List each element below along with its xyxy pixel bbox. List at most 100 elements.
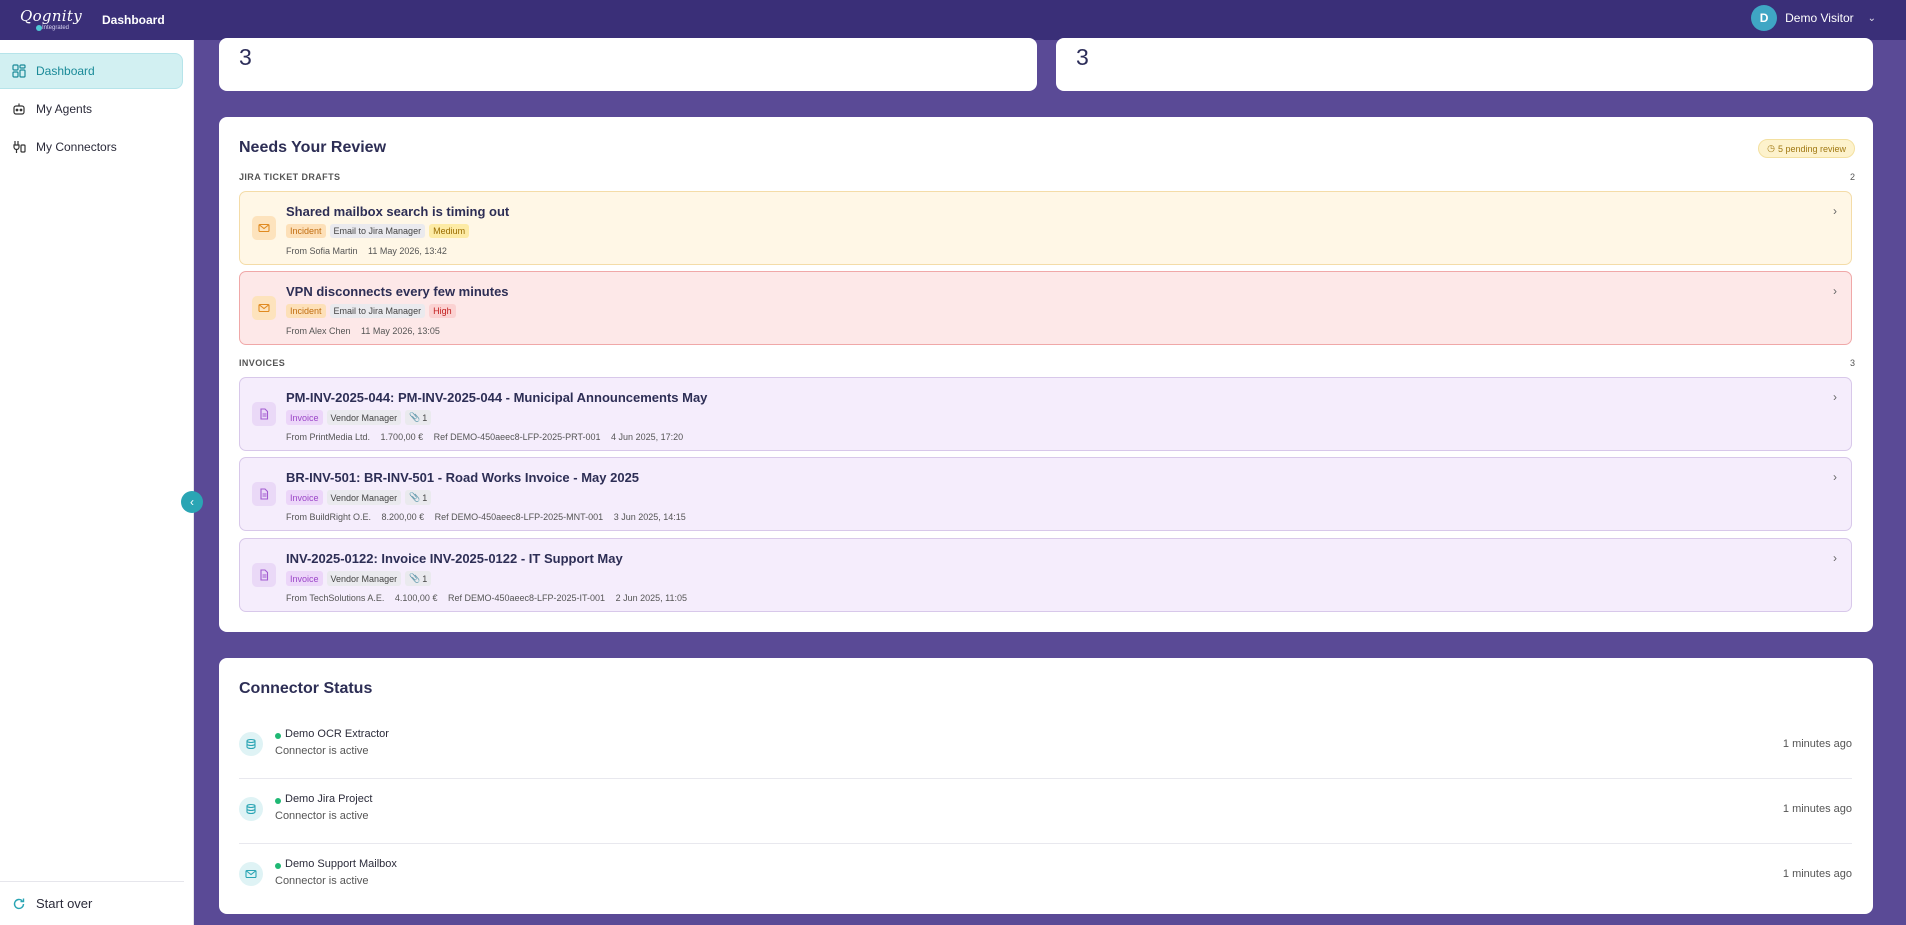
- item-date: 11 May 2026, 13:42: [368, 246, 447, 256]
- sidebar: Dashboard My Agents My Connectors Start …: [0, 40, 194, 925]
- logo-text: Qognity: [20, 7, 82, 25]
- paperclip-icon: 📎: [409, 412, 421, 422]
- item-date: 11 May 2026, 13:05: [361, 326, 440, 336]
- mail-icon: [252, 216, 276, 240]
- stat-value: 3: [1076, 44, 1089, 70]
- connector-status: Connector is active: [275, 745, 369, 757]
- logo-subtext: Integrated: [42, 25, 70, 31]
- pending-badge: ◷ 5 pending review: [1758, 139, 1855, 158]
- tag-priority: Medium: [429, 224, 470, 238]
- chevron-down-icon: ⌄: [1867, 12, 1876, 24]
- page-title: Dashboard: [102, 13, 165, 27]
- group-label: JIRA TICKET DRAFTS: [239, 172, 341, 182]
- tag-type: Invoice: [286, 490, 323, 505]
- item-from: From PrintMedia Ltd.: [286, 432, 371, 442]
- stat-card-right: 3: [1056, 38, 1873, 91]
- item-title: PM-INV-2025-044: PM-INV-2025-044 - Munic…: [286, 390, 708, 405]
- sidebar-item-dashboard[interactable]: Dashboard: [0, 53, 183, 89]
- status-dot: [275, 733, 281, 739]
- tag-agent: Vendor Manager: [326, 490, 402, 505]
- refresh-icon: [12, 897, 26, 911]
- connector-time: 1 minutes ago: [1782, 738, 1852, 750]
- item-date: 3 Jun 2025, 14:15: [613, 512, 686, 522]
- mail-icon: [252, 296, 276, 320]
- item-meta: From PrintMedia Ltd. 1.700,00 € Ref DEMO…: [286, 432, 691, 442]
- avatar: D: [1751, 5, 1778, 31]
- mail-icon: [239, 862, 263, 886]
- status-dot: [275, 863, 281, 869]
- tag-list: Invoice Vendor Manager 📎 1: [286, 571, 432, 586]
- stat-card-left: 3: [219, 38, 1037, 91]
- review-item[interactable]: VPN disconnects every few minutes Incide…: [239, 271, 1852, 345]
- item-meta: From Sofia Martin 11 May 2026, 13:42: [286, 246, 455, 256]
- item-amount: 1.700,00 €: [380, 432, 424, 442]
- chevron-right-icon: ›: [1833, 204, 1837, 218]
- user-name: Demo Visitor: [1785, 11, 1854, 25]
- item-title: VPN disconnects every few minutes: [286, 284, 509, 299]
- connector-row[interactable]: Demo Jira Project Connector is active 1 …: [239, 779, 1852, 844]
- sidebar-item-label: My Connectors: [36, 140, 117, 154]
- tag-attachments: 📎 1: [405, 490, 432, 505]
- sidebar-item-label: My Agents: [36, 102, 93, 116]
- item-amount: 4.100,00 €: [394, 593, 438, 603]
- database-icon: [239, 732, 263, 756]
- robot-icon: [12, 102, 26, 116]
- group-count: 2: [1849, 172, 1855, 182]
- sidebar-item-my-connectors[interactable]: My Connectors: [0, 129, 183, 165]
- status-dot: [275, 798, 281, 804]
- item-ref: Ref DEMO-450aeec8-LFP-2025-MNT-001: [434, 512, 604, 522]
- review-title: Needs Your Review: [239, 139, 387, 156]
- item-ref: Ref DEMO-450aeec8-LFP-2025-IT-001: [447, 593, 606, 603]
- connector-status: Connector is active: [275, 875, 369, 887]
- connector-name: Demo Jira Project: [285, 793, 373, 805]
- tag-type: Invoice: [286, 571, 323, 586]
- tag-attachments: 📎 1: [405, 410, 432, 425]
- plug-icon: [12, 140, 26, 154]
- tag-agent: Email to Jira Manager: [329, 304, 426, 318]
- item-date: 2 Jun 2025, 11:05: [615, 593, 687, 603]
- top-bar: Qognity Integrated Dashboard D Demo Visi…: [0, 0, 1906, 40]
- collapse-sidebar-button[interactable]: ‹: [181, 491, 203, 513]
- clock-icon: ◷: [1767, 143, 1775, 153]
- item-date: 4 Jun 2025, 17:20: [611, 432, 684, 442]
- grid-icon: [12, 64, 26, 78]
- document-icon: [252, 563, 276, 587]
- tag-priority: High: [429, 304, 456, 318]
- item-from: From TechSolutions A.E.: [286, 593, 385, 603]
- paperclip-icon: 📎: [409, 492, 421, 502]
- app-logo[interactable]: Qognity Integrated: [20, 4, 82, 36]
- connector-status-title: Connector Status: [239, 680, 373, 697]
- connector-name: Demo Support Mailbox: [285, 858, 397, 870]
- start-over-label: Start over: [36, 896, 93, 911]
- connector-row[interactable]: Demo Support Mailbox Connector is active…: [239, 844, 1852, 909]
- item-from: From Sofia Martin: [286, 246, 358, 256]
- connector-name: Demo OCR Extractor: [285, 728, 389, 740]
- tag-list: Incident Email to Jira Manager Medium: [286, 224, 470, 238]
- tag-attachments: 📎 1: [405, 571, 432, 586]
- chevron-right-icon: ›: [1833, 551, 1837, 565]
- connector-row[interactable]: Demo OCR Extractor Connector is active 1…: [239, 714, 1852, 779]
- group-count: 3: [1849, 358, 1855, 368]
- review-item[interactable]: BR-INV-501: BR-INV-501 - Road Works Invo…: [239, 457, 1852, 531]
- tag-list: Incident Email to Jira Manager High: [286, 304, 456, 318]
- pending-badge-label: 5 pending review: [1777, 143, 1846, 154]
- review-item[interactable]: Shared mailbox search is timing out Inci…: [239, 191, 1852, 265]
- database-icon: [239, 797, 263, 821]
- start-over-button[interactable]: Start over: [0, 881, 184, 925]
- review-item[interactable]: INV-2025-0122: Invoice INV-2025-0122 - I…: [239, 538, 1852, 612]
- item-from: From Alex Chen: [286, 326, 351, 336]
- item-from: From BuildRight O.E.: [286, 512, 372, 522]
- sidebar-item-label: Dashboard: [36, 64, 95, 78]
- attachment-count: 1: [422, 573, 428, 584]
- tag-list: Invoice Vendor Manager 📎 1: [286, 410, 432, 425]
- review-item[interactable]: PM-INV-2025-044: PM-INV-2025-044 - Munic…: [239, 377, 1852, 451]
- user-menu[interactable]: D Demo Visitor ⌄: [1751, 5, 1876, 31]
- item-ref: Ref DEMO-450aeec8-LFP-2025-PRT-001: [433, 432, 601, 442]
- connector-status: Connector is active: [275, 810, 369, 822]
- tag-agent: Vendor Manager: [326, 571, 402, 586]
- tag-type: Incident: [286, 304, 326, 318]
- item-title: INV-2025-0122: Invoice INV-2025-0122 - I…: [286, 551, 623, 566]
- sidebar-item-my-agents[interactable]: My Agents: [0, 91, 183, 127]
- document-icon: [252, 482, 276, 506]
- attachment-count: 1: [422, 412, 428, 423]
